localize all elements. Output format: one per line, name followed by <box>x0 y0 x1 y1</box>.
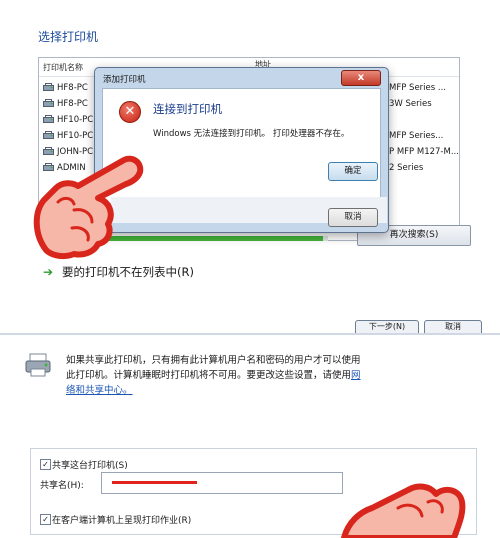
pointing-hand-icon <box>33 155 144 260</box>
dialog-title: 添加打印机 <box>103 75 146 85</box>
redacted-share-name <box>112 481 197 484</box>
network-printer-icon <box>43 115 54 123</box>
sharing-description: 如果共享此打印机，只有拥有此计算机用户名和密码的用户才可以使用此打印机。计算机睡… <box>66 353 366 398</box>
network-printer-icon <box>43 83 54 91</box>
sharing-description-text: 如果共享此打印机，只有拥有此计算机用户名和密码的用户才可以使用此打印机。计算机睡… <box>66 355 361 381</box>
dialog-message: Windows 无法连接到打印机。 打印处理器不存在。 <box>153 129 350 139</box>
add-printer-wizard: 选择打印机 打印机名称 地址 HF8-PC MFP Series ... HF8-P… <box>0 0 500 333</box>
wizard-cancel-button[interactable]: 取消 <box>424 320 482 333</box>
share-name-input[interactable] <box>101 472 343 494</box>
printer-name: HF10-PC <box>57 131 94 141</box>
dialog-cancel-button[interactable]: 取消 <box>328 208 378 227</box>
printer-address: 2 Series <box>389 163 424 173</box>
arrow-right-icon: ➔ <box>43 265 54 279</box>
share-name-label: 共享名(H): <box>40 481 84 491</box>
printer-address: 3W Series <box>389 99 432 109</box>
wizard-title: 选择打印机 <box>38 30 99 44</box>
printer-name: HF8-PC <box>57 83 88 93</box>
printer-address: P MFP M127-M... <box>389 147 459 157</box>
close-button[interactable]: x <box>341 70 381 86</box>
printer-address: MFP Series ... <box>389 83 446 93</box>
render-jobs-label: 在客户端计算机上呈现打印作业(R) <box>52 516 192 526</box>
printer-name: HF8-PC <box>57 99 88 109</box>
share-printer-checkbox[interactable]: ✓ <box>40 459 51 470</box>
printer-icon <box>25 353 51 377</box>
printer-not-listed-link[interactable]: 要的打印机不在列表中(R) <box>62 264 194 280</box>
network-printer-icon <box>43 99 54 107</box>
network-printer-icon <box>43 131 54 139</box>
close-icon: x <box>357 72 365 83</box>
error-icon: ✕ <box>119 101 141 123</box>
render-jobs-checkbox[interactable]: ✓ <box>40 514 51 525</box>
next-button[interactable]: 下一步(N) <box>355 320 419 333</box>
printer-name: HF10-PC <box>57 115 94 125</box>
pointing-hand-icon-bottom <box>341 483 466 538</box>
dialog-heading: 连接到打印机 <box>153 102 222 116</box>
printer-address: MFP Series... <box>389 131 444 141</box>
ok-button[interactable]: 确定 <box>328 162 378 181</box>
column-printer-name[interactable]: 打印机名称 <box>43 62 83 73</box>
share-printer-label: 共享这台打印机(S) <box>52 461 128 471</box>
